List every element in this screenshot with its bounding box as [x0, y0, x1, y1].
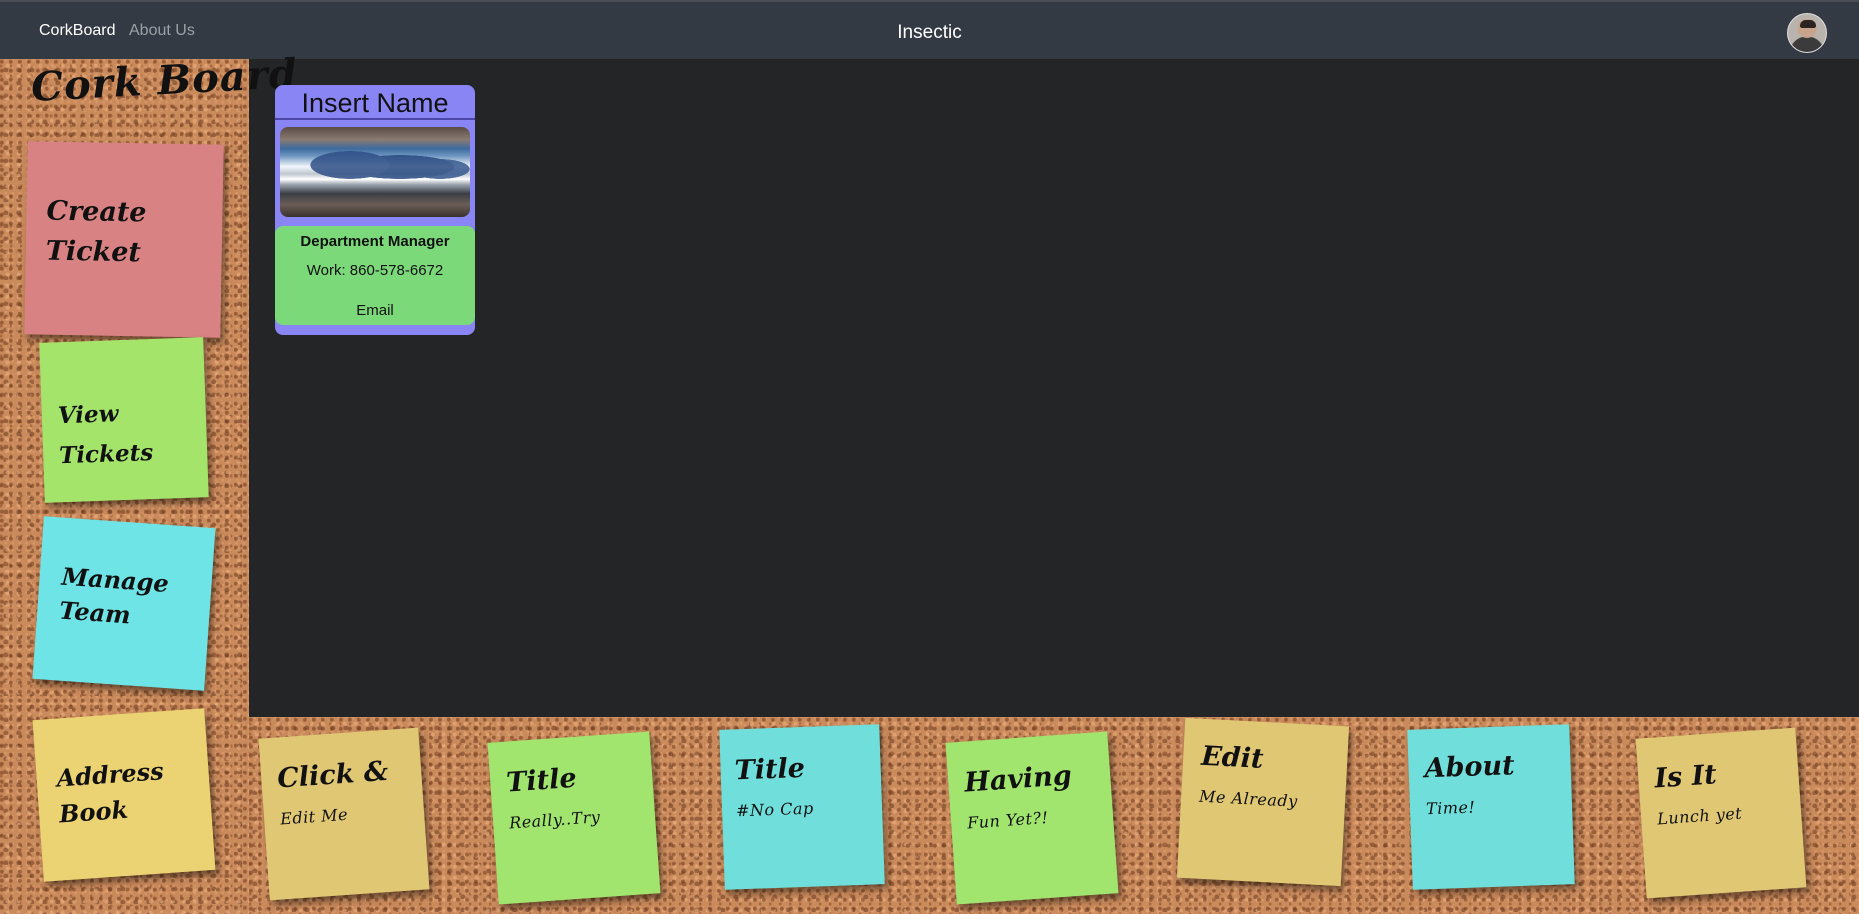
bottom-note-text: Really..Try	[508, 807, 601, 833]
bottom-note-title: Title	[734, 752, 806, 787]
view-tickets-label: View Tickets	[57, 400, 154, 470]
bottom-note-title: About	[1424, 750, 1516, 785]
card-info-panel: Department Manager Work: 860-578-6672 Em…	[275, 226, 475, 325]
bottom-note-3[interactable]: Title #No Cap	[719, 724, 885, 890]
create-ticket-note[interactable]: Create Ticket	[24, 141, 224, 338]
bottom-note-title: Title	[505, 762, 578, 799]
bottom-note-title: Having	[963, 760, 1073, 799]
bottom-note-1[interactable]: Click & Edit Me	[258, 727, 430, 901]
bottom-note-6[interactable]: About Time!	[1407, 724, 1575, 890]
card-name: Insert Name	[275, 85, 475, 120]
card-phone: Work: 860-578-6672	[306, 262, 444, 279]
card-job-title: Department Manager	[300, 233, 450, 250]
card-banner-image	[280, 127, 470, 217]
view-tickets-note[interactable]: View Tickets	[39, 337, 209, 503]
create-ticket-label-2: Ticket	[45, 235, 142, 269]
bottom-note-text: Fun Yet?!	[966, 807, 1050, 833]
bottom-note-title: Click &	[276, 755, 390, 795]
manage-team-note[interactable]: Manage Team	[32, 516, 216, 691]
bottom-note-7[interactable]: Is It Lunch yet	[1635, 727, 1807, 899]
create-ticket-label: Create	[46, 195, 147, 229]
brand-title[interactable]: Insectic	[897, 22, 961, 43]
bottom-note-text: Time!	[1425, 797, 1476, 819]
bottom-note-title: Is It	[1653, 759, 1718, 795]
user-avatar[interactable]	[1787, 13, 1827, 53]
bottom-note-text: Lunch yet	[1656, 803, 1743, 829]
avatar-hair	[1800, 20, 1816, 28]
bottom-note-text: Edit Me	[279, 804, 349, 829]
bottom-note-2[interactable]: Title Really..Try	[487, 731, 661, 905]
bottom-note-text: Me Already	[1198, 786, 1299, 811]
brand-container: Insectic	[0, 22, 1859, 44]
card-email-link[interactable]: Email	[275, 302, 475, 319]
bottom-note-4[interactable]: Having Fun Yet?!	[945, 731, 1119, 905]
nav-link-about-us[interactable]: About Us	[129, 22, 195, 40]
nav-link-corkboard[interactable]: CorkBoard	[39, 22, 115, 40]
bottom-note-5[interactable]: Edit Me Already	[1176, 717, 1350, 887]
address-book-note[interactable]: Address Book	[32, 708, 216, 882]
bottom-note-title: Edit	[1200, 740, 1265, 775]
bottom-note-text: #No Cap	[735, 798, 815, 821]
mountain-graphic	[280, 127, 470, 217]
employee-card[interactable]: Insert Name Department Manager Work: 860…	[275, 85, 475, 335]
